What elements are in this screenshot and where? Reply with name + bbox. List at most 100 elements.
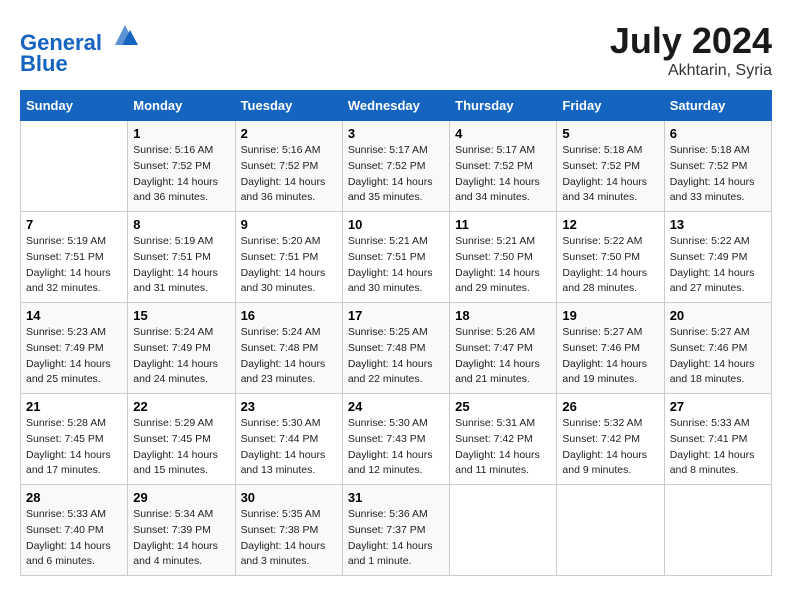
- calendar-table: SundayMondayTuesdayWednesdayThursdayFrid…: [20, 90, 772, 576]
- cell-info: Sunrise: 5:28 AMSunset: 7:45 PMDaylight:…: [26, 416, 122, 479]
- day-number: 6: [670, 126, 766, 141]
- day-number: 1: [133, 126, 229, 141]
- day-number: 13: [670, 217, 766, 232]
- day-cell: 25Sunrise: 5:31 AMSunset: 7:42 PMDayligh…: [450, 394, 557, 485]
- column-header-thursday: Thursday: [450, 91, 557, 121]
- day-cell: 2Sunrise: 5:16 AMSunset: 7:52 PMDaylight…: [235, 121, 342, 212]
- cell-info: Sunrise: 5:21 AMSunset: 7:51 PMDaylight:…: [348, 234, 444, 297]
- day-number: 19: [562, 308, 658, 323]
- cell-info: Sunrise: 5:16 AMSunset: 7:52 PMDaylight:…: [133, 143, 229, 206]
- day-cell: 26Sunrise: 5:32 AMSunset: 7:42 PMDayligh…: [557, 394, 664, 485]
- day-number: 28: [26, 490, 122, 505]
- day-number: 23: [241, 399, 337, 414]
- day-number: 15: [133, 308, 229, 323]
- day-number: 2: [241, 126, 337, 141]
- day-cell: 9Sunrise: 5:20 AMSunset: 7:51 PMDaylight…: [235, 212, 342, 303]
- day-cell: 31 Sunrise: 5:36 AMSunset: 7:37 PMDayligh…: [342, 485, 449, 576]
- day-cell: 15Sunrise: 5:24 AMSunset: 7:49 PMDayligh…: [128, 303, 235, 394]
- day-cell: 20 Sunrise: 5:27 AMSunset: 7:46 PMDayligh…: [664, 303, 771, 394]
- logo: General Blue: [20, 20, 140, 77]
- column-header-saturday: Saturday: [664, 91, 771, 121]
- day-cell: 14 Sunrise: 5:23 AMSunset: 7:49 PMDayligh…: [21, 303, 128, 394]
- day-number: 12: [562, 217, 658, 232]
- day-cell: 23 Sunrise: 5:30 AMSunset: 7:44 PMDayligh…: [235, 394, 342, 485]
- day-number: 21: [26, 399, 122, 414]
- cell-info: Sunrise: 5:21 AMSunset: 7:50 PMDaylight:…: [455, 234, 551, 297]
- day-cell: 8 Sunrise: 5:19 AMSunset: 7:51 PMDaylight…: [128, 212, 235, 303]
- header-row: SundayMondayTuesdayWednesdayThursdayFrid…: [21, 91, 772, 121]
- cell-info: Sunrise: 5:30 AMSunset: 7:43 PMDaylight:…: [348, 416, 444, 479]
- cell-info: Sunrise: 5:30 AMSunset: 7:44 PMDaylight:…: [241, 416, 337, 479]
- week-row-2: 7Sunrise: 5:19 AMSunset: 7:51 PMDaylight…: [21, 212, 772, 303]
- day-cell: 10 Sunrise: 5:21 AMSunset: 7:51 PMDayligh…: [342, 212, 449, 303]
- day-number: 20: [670, 308, 766, 323]
- day-number: 5: [562, 126, 658, 141]
- day-cell: 11 Sunrise: 5:21 AMSunset: 7:50 PMDayligh…: [450, 212, 557, 303]
- column-header-sunday: Sunday: [21, 91, 128, 121]
- cell-info: Sunrise: 5:36 AMSunset: 7:37 PMDaylight:…: [348, 507, 444, 570]
- cell-info: Sunrise: 5:17 AMSunset: 7:52 PMDaylight:…: [348, 143, 444, 206]
- day-number: 27: [670, 399, 766, 414]
- cell-info: Sunrise: 5:22 AMSunset: 7:50 PMDaylight:…: [562, 234, 658, 297]
- cell-info: Sunrise: 5:35 AMSunset: 7:38 PMDaylight:…: [241, 507, 337, 570]
- day-cell: 5 Sunrise: 5:18 AMSunset: 7:52 PMDaylight…: [557, 121, 664, 212]
- day-cell: 12 Sunrise: 5:22 AMSunset: 7:50 PMDayligh…: [557, 212, 664, 303]
- cell-info: Sunrise: 5:29 AMSunset: 7:45 PMDaylight:…: [133, 416, 229, 479]
- day-cell: [557, 485, 664, 576]
- day-cell: 29 Sunrise: 5:34 AMSunset: 7:39 PMDayligh…: [128, 485, 235, 576]
- cell-info: Sunrise: 5:33 AMSunset: 7:41 PMDaylight:…: [670, 416, 766, 479]
- cell-info: Sunrise: 5:22 AMSunset: 7:49 PMDaylight:…: [670, 234, 766, 297]
- cell-info: Sunrise: 5:27 AMSunset: 7:46 PMDaylight:…: [670, 325, 766, 388]
- day-number: 14: [26, 308, 122, 323]
- day-cell: 30Sunrise: 5:35 AMSunset: 7:38 PMDayligh…: [235, 485, 342, 576]
- week-row-3: 14 Sunrise: 5:23 AMSunset: 7:49 PMDayligh…: [21, 303, 772, 394]
- day-cell: 1 Sunrise: 5:16 AMSunset: 7:52 PMDaylight…: [128, 121, 235, 212]
- cell-info: Sunrise: 5:18 AMSunset: 7:52 PMDaylight:…: [562, 143, 658, 206]
- day-number: 4: [455, 126, 551, 141]
- column-header-monday: Monday: [128, 91, 235, 121]
- cell-info: Sunrise: 5:34 AMSunset: 7:39 PMDaylight:…: [133, 507, 229, 570]
- day-number: 29: [133, 490, 229, 505]
- cell-info: Sunrise: 5:31 AMSunset: 7:42 PMDaylight:…: [455, 416, 551, 479]
- day-cell: 16Sunrise: 5:24 AMSunset: 7:48 PMDayligh…: [235, 303, 342, 394]
- cell-info: Sunrise: 5:17 AMSunset: 7:52 PMDaylight:…: [455, 143, 551, 206]
- day-cell: [450, 485, 557, 576]
- day-number: 11: [455, 217, 551, 232]
- day-number: 10: [348, 217, 444, 232]
- subtitle: Akhtarin, Syria: [610, 62, 772, 80]
- column-header-tuesday: Tuesday: [235, 91, 342, 121]
- day-number: 16: [241, 308, 337, 323]
- cell-info: Sunrise: 5:19 AMSunset: 7:51 PMDaylight:…: [133, 234, 229, 297]
- cell-info: Sunrise: 5:32 AMSunset: 7:42 PMDaylight:…: [562, 416, 658, 479]
- page-header: General Blue July 2024 Akhtarin, Syria: [20, 20, 772, 80]
- day-number: 31: [348, 490, 444, 505]
- logo-icon: [110, 20, 140, 50]
- day-cell: 3 Sunrise: 5:17 AMSunset: 7:52 PMDaylight…: [342, 121, 449, 212]
- day-number: 24: [348, 399, 444, 414]
- day-cell: 7Sunrise: 5:19 AMSunset: 7:51 PMDaylight…: [21, 212, 128, 303]
- cell-info: Sunrise: 5:25 AMSunset: 7:48 PMDaylight:…: [348, 325, 444, 388]
- day-cell: 6 Sunrise: 5:18 AMSunset: 7:52 PMDaylight…: [664, 121, 771, 212]
- day-cell: 27 Sunrise: 5:33 AMSunset: 7:41 PMDayligh…: [664, 394, 771, 485]
- day-number: 8: [133, 217, 229, 232]
- main-title: July 2024: [610, 20, 772, 62]
- cell-info: Sunrise: 5:18 AMSunset: 7:52 PMDaylight:…: [670, 143, 766, 206]
- day-number: 3: [348, 126, 444, 141]
- day-number: 17: [348, 308, 444, 323]
- week-row-4: 21 Sunrise: 5:28 AMSunset: 7:45 PMDayligh…: [21, 394, 772, 485]
- cell-info: Sunrise: 5:26 AMSunset: 7:47 PMDaylight:…: [455, 325, 551, 388]
- cell-info: Sunrise: 5:20 AMSunset: 7:51 PMDaylight:…: [241, 234, 337, 297]
- logo-text: General: [20, 20, 140, 55]
- day-number: 22: [133, 399, 229, 414]
- day-cell: 13 Sunrise: 5:22 AMSunset: 7:49 PMDayligh…: [664, 212, 771, 303]
- day-cell: 21 Sunrise: 5:28 AMSunset: 7:45 PMDayligh…: [21, 394, 128, 485]
- day-number: 18: [455, 308, 551, 323]
- cell-info: Sunrise: 5:23 AMSunset: 7:49 PMDaylight:…: [26, 325, 122, 388]
- cell-info: Sunrise: 5:33 AMSunset: 7:40 PMDaylight:…: [26, 507, 122, 570]
- week-row-1: 1 Sunrise: 5:16 AMSunset: 7:52 PMDaylight…: [21, 121, 772, 212]
- day-cell: 22 Sunrise: 5:29 AMSunset: 7:45 PMDayligh…: [128, 394, 235, 485]
- cell-info: Sunrise: 5:19 AMSunset: 7:51 PMDaylight:…: [26, 234, 122, 297]
- day-cell: 18 Sunrise: 5:26 AMSunset: 7:47 PMDayligh…: [450, 303, 557, 394]
- cell-info: Sunrise: 5:27 AMSunset: 7:46 PMDaylight:…: [562, 325, 658, 388]
- column-header-wednesday: Wednesday: [342, 91, 449, 121]
